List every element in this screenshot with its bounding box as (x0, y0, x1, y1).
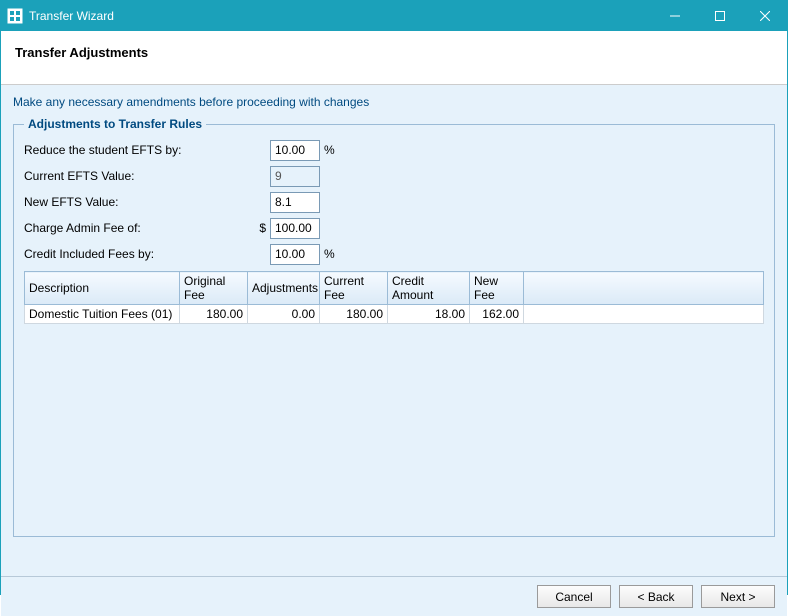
admin-fee-label: Charge Admin Fee of: (24, 221, 254, 235)
th-adjustments[interactable]: Adjustments (248, 272, 320, 305)
cell-credit: 18.00 (388, 305, 470, 324)
close-button[interactable] (742, 1, 787, 31)
current-efts-input (270, 166, 320, 187)
th-current[interactable]: Current Fee (320, 272, 388, 305)
admin-fee-prefix: $ (254, 221, 266, 235)
th-newfee[interactable]: New Fee (470, 272, 524, 305)
credit-fees-input[interactable] (270, 244, 320, 265)
reduce-efts-suffix: % (324, 143, 335, 157)
app-icon (7, 8, 23, 24)
cell-adjustments: 0.00 (248, 305, 320, 324)
group-legend: Adjustments to Transfer Rules (24, 117, 206, 131)
admin-fee-input[interactable] (270, 218, 320, 239)
new-efts-label: New EFTS Value: (24, 195, 254, 209)
cancel-button[interactable]: Cancel (537, 585, 611, 608)
th-description[interactable]: Description (25, 272, 180, 305)
cell-original: 180.00 (180, 305, 248, 324)
cell-newfee: 162.00 (470, 305, 524, 324)
row-new-efts: New EFTS Value: (24, 191, 764, 213)
main-body: Make any necessary amendments before pro… (1, 85, 787, 576)
adjustments-group: Adjustments to Transfer Rules Reduce the… (13, 117, 775, 537)
window-title: Transfer Wizard (29, 9, 652, 23)
cell-current: 180.00 (320, 305, 388, 324)
header-panel: Transfer Adjustments (1, 31, 787, 85)
fees-table: Description Original Fee Adjustments Cur… (24, 271, 764, 324)
titlebar: Transfer Wizard (1, 1, 787, 31)
credit-fees-label: Credit Included Fees by: (24, 247, 254, 261)
minimize-button[interactable] (652, 1, 697, 31)
row-admin-fee: Charge Admin Fee of: $ (24, 217, 764, 239)
credit-fees-suffix: % (324, 247, 335, 261)
current-efts-label: Current EFTS Value: (24, 169, 254, 183)
row-reduce-efts: Reduce the student EFTS by: % (24, 139, 764, 161)
row-credit-fees: Credit Included Fees by: % (24, 243, 764, 265)
th-credit[interactable]: Credit Amount (388, 272, 470, 305)
footer: Cancel < Back Next > (1, 576, 787, 616)
intro-text: Make any necessary amendments before pro… (13, 95, 775, 109)
row-current-efts: Current EFTS Value: (24, 165, 764, 187)
window-controls (652, 1, 787, 31)
reduce-efts-input[interactable] (270, 140, 320, 161)
next-button[interactable]: Next > (701, 585, 775, 608)
page-title: Transfer Adjustments (15, 45, 773, 60)
table-header-row: Description Original Fee Adjustments Cur… (25, 272, 764, 305)
reduce-efts-label: Reduce the student EFTS by: (24, 143, 254, 157)
table-row[interactable]: Domestic Tuition Fees (01) 180.00 0.00 1… (25, 305, 764, 324)
cell-description: Domestic Tuition Fees (01) (25, 305, 180, 324)
back-button[interactable]: < Back (619, 585, 693, 608)
th-filler (524, 272, 764, 305)
cell-filler (524, 305, 764, 324)
form-rows: Reduce the student EFTS by: % Current EF… (24, 139, 764, 265)
new-efts-input[interactable] (270, 192, 320, 213)
maximize-button[interactable] (697, 1, 742, 31)
th-original[interactable]: Original Fee (180, 272, 248, 305)
